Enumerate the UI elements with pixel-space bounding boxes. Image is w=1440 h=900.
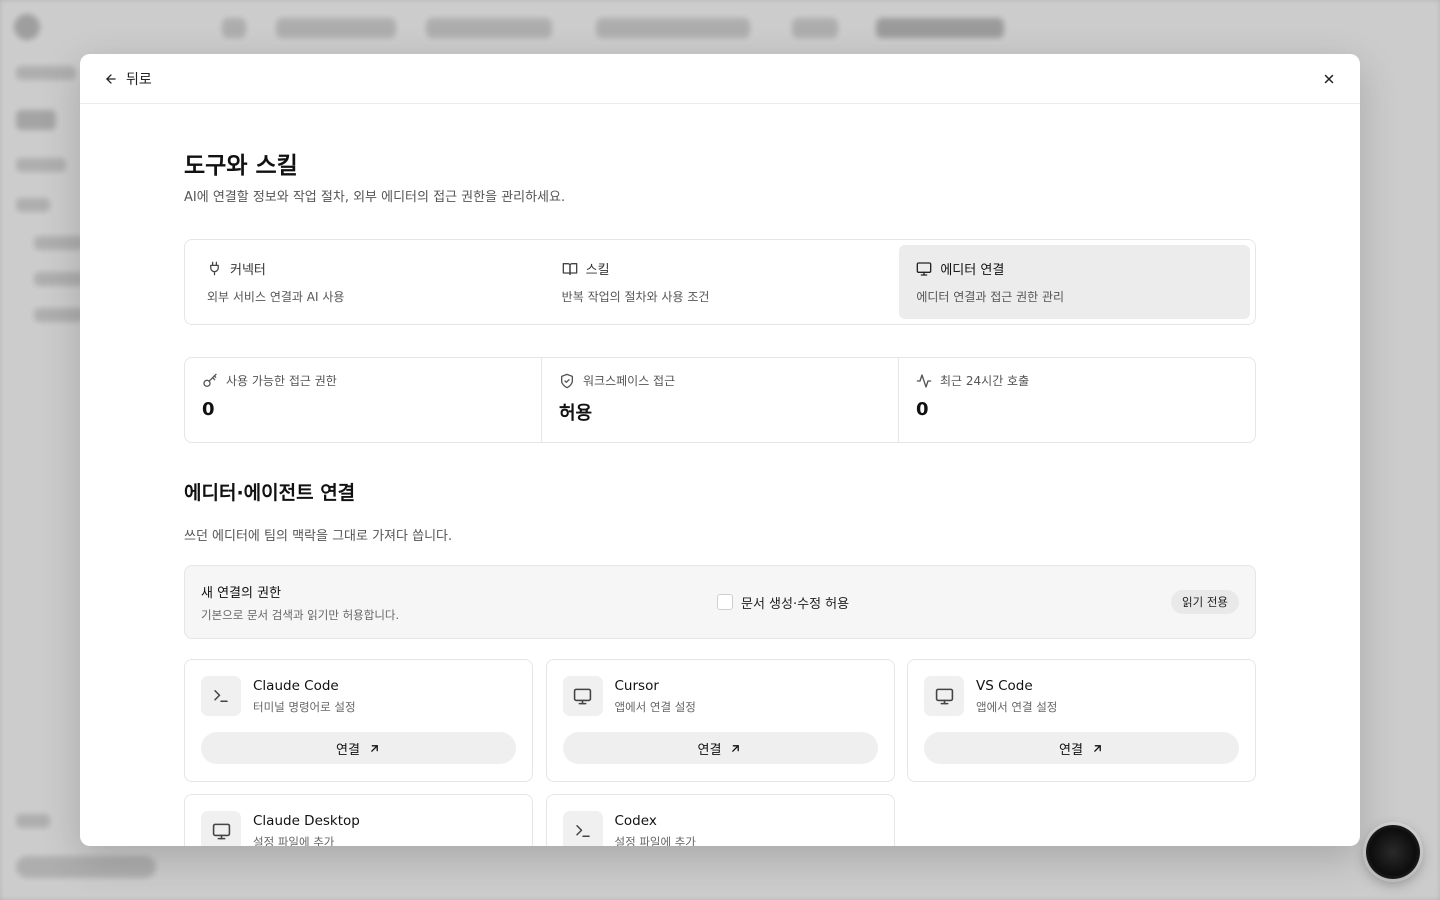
monitor-icon (201, 811, 241, 846)
stat-value: 0 (916, 399, 929, 420)
allow-write-checkbox[interactable] (717, 594, 733, 610)
card-vs-code: VS Code 앱에서 연결 설정 연결 (907, 659, 1256, 782)
stat-label: 워크스페이스 접근 (583, 374, 676, 388)
section-description: 쓰던 에디터에 팀의 맥락을 그대로 가져다 씁니다. (184, 529, 453, 544)
monitor-icon (924, 676, 964, 716)
tab-description: 반복 작업의 절차와 사용 조건 (561, 290, 710, 304)
tab-label: 커넥터 (230, 263, 266, 278)
assistant-orb-button[interactable] (1366, 825, 1420, 879)
card-name: Claude Desktop (253, 813, 360, 829)
arrow-up-right-icon (729, 742, 742, 755)
stat-available-access: 사용 가능한 접근 권한 0 (185, 358, 542, 442)
arrow-up-right-icon (368, 742, 381, 755)
page-title: 도구와 스킬 (184, 153, 298, 179)
editor-cards-grid: Claude Code 터미널 명령어로 설정 연결 Cursor 앱에서 연결… (184, 659, 1256, 846)
tab-description: 외부 서비스 연결과 AI 사용 (207, 290, 345, 304)
card-description: 설정 파일에 추가 (614, 835, 696, 846)
stat-recent-calls: 최근 24시간 호출 0 (899, 358, 1255, 442)
allow-write-toggle[interactable]: 문서 생성·수정 허용 (717, 593, 849, 612)
card-name: Cursor (614, 678, 659, 694)
stat-label: 사용 가능한 접근 권한 (226, 374, 337, 388)
book-icon (562, 261, 578, 277)
monitor-icon (562, 676, 603, 716)
card-claude-code: Claude Code 터미널 명령어로 설정 연결 (184, 659, 533, 782)
tab-editor-connections[interactable]: 에디터 연결 에디터 연결과 접근 권한 관리 (899, 245, 1251, 319)
connect-label: 연결 (336, 742, 360, 758)
stat-workspace-access: 워크스페이스 접근 허용 (542, 358, 899, 442)
stat-value: 0 (202, 399, 215, 420)
card-description: 터미널 명령어로 설정 (253, 700, 356, 714)
stat-value: 허용 (559, 403, 593, 424)
terminal-icon (201, 676, 241, 716)
card-claude-desktop: Claude Desktop 설정 파일에 추가 연결 (184, 794, 533, 846)
close-button[interactable] (1318, 68, 1340, 90)
shield-check-icon (559, 373, 575, 389)
connect-button[interactable]: 연결 (201, 732, 516, 764)
stats-panel: 사용 가능한 접근 권한 0 워크스페이스 접근 허용 최근 24시간 호출 0 (184, 357, 1256, 443)
activity-icon (916, 373, 932, 389)
card-description: 앱에서 연결 설정 (614, 700, 696, 714)
read-only-badge: 읽기 전용 (1171, 590, 1239, 614)
modal-header: 뒤로 (80, 54, 1360, 104)
connect-button[interactable]: 연결 (562, 732, 878, 764)
card-description: 설정 파일에 추가 (253, 835, 335, 846)
tab-connectors[interactable]: 커넥터 외부 서비스 연결과 AI 사용 (190, 245, 541, 319)
connect-button[interactable]: 연결 (924, 732, 1239, 764)
new-connection-permission: 새 연결의 권한 기본으로 문서 검색과 읽기만 허용합니다. 문서 생성·수정… (184, 565, 1256, 639)
card-description: 앱에서 연결 설정 (976, 700, 1058, 714)
plug-icon (207, 261, 222, 276)
connect-label: 연결 (1059, 742, 1083, 758)
connect-label: 연결 (697, 742, 722, 758)
card-codex: Codex 설정 파일에 추가 연결 (545, 794, 895, 846)
card-name: Claude Code (253, 678, 339, 694)
terminal-icon (562, 811, 603, 846)
card-name: VS Code (976, 678, 1033, 694)
arrow-left-icon (104, 72, 118, 86)
card-cursor: Cursor 앱에서 연결 설정 연결 (545, 659, 895, 782)
tab-description: 에디터 연결과 접근 권한 관리 (916, 290, 1065, 304)
permission-description: 기본으로 문서 검색과 읽기만 허용합니다. (201, 607, 400, 622)
stat-label: 최근 24시간 호출 (940, 374, 1030, 388)
arrow-up-right-icon (1091, 742, 1104, 755)
monitor-icon (916, 261, 932, 277)
tools-skills-modal: 뒤로 도구와 스킬 AI에 연결할 정보와 작업 절차, 외부 에디터의 접근 … (80, 54, 1360, 846)
modal-body[interactable]: 도구와 스킬 AI에 연결할 정보와 작업 절차, 외부 에디터의 접근 권한을… (80, 104, 1360, 846)
close-icon (1322, 72, 1336, 86)
tab-skills[interactable]: 스킬 반복 작업의 절차와 사용 조건 (545, 245, 896, 319)
back-label: 뒤로 (126, 71, 152, 88)
permission-title: 새 연결의 권한 (201, 585, 282, 601)
section-tabs: 커넥터 외부 서비스 연결과 AI 사용 스킬 반복 작업의 절차와 사용 조건 (184, 239, 1256, 325)
page-description: AI에 연결할 정보와 작업 절차, 외부 에디터의 접근 권한을 관리하세요. (184, 190, 566, 205)
section-title: 에디터·에이전트 연결 (184, 482, 356, 504)
back-button[interactable]: 뒤로 (104, 69, 152, 89)
card-name: Codex (614, 813, 657, 829)
tab-label: 스킬 (585, 263, 610, 278)
checkbox-label: 문서 생성·수정 허용 (741, 596, 850, 612)
key-icon (202, 373, 218, 389)
tab-label: 에디터 연결 (940, 263, 1005, 278)
